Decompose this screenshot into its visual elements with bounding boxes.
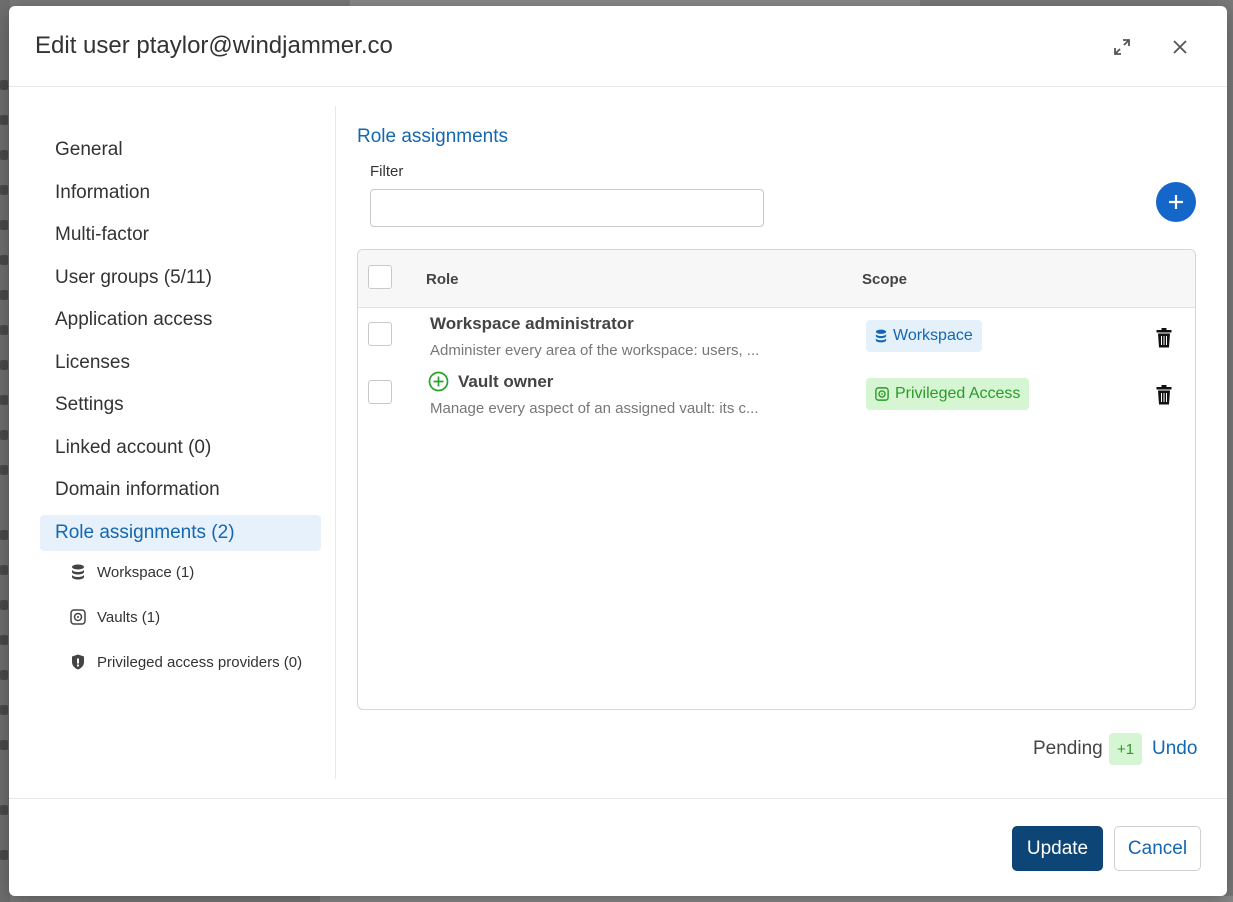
role-grid: Role Scope Workspace administrator Admin… [357, 249, 1196, 710]
sub-item-vaults[interactable]: Vaults (1) [69, 605, 160, 629]
dialog-header: Edit user ptaylor@windjammer.co [9, 6, 1227, 87]
database-icon [875, 329, 887, 343]
add-role-button[interactable] [1156, 182, 1196, 222]
row-checkbox[interactable] [368, 322, 392, 346]
dialog-footer: Update Cancel [9, 798, 1227, 896]
role-description: Manage every aspect of an assigned vault… [430, 400, 759, 417]
expand-icon[interactable] [1110, 35, 1134, 59]
database-icon [69, 563, 87, 581]
update-button[interactable]: Update [1012, 826, 1103, 871]
column-header-scope[interactable]: Scope [862, 271, 907, 288]
scope-label: Workspace [893, 327, 973, 344]
pending-label: Pending [1033, 738, 1103, 759]
role-name-text: Workspace administrator [430, 314, 634, 333]
role-description: Administer every area of the workspace: … [430, 342, 760, 359]
nav-item-general[interactable]: General [40, 132, 321, 168]
nav-item-multi-factor[interactable]: Multi-factor [40, 217, 321, 253]
plus-icon [1169, 195, 1183, 209]
filter-label: Filter [370, 163, 404, 180]
sub-item-label: Privileged access providers (0) [97, 653, 303, 671]
nav-item-role-assignments[interactable]: Role assignments (2) [40, 515, 321, 551]
vault-icon [875, 387, 889, 401]
nav-item-user-groups[interactable]: User groups (5/11) [40, 260, 321, 296]
sub-item-label: Workspace (1) [97, 563, 195, 581]
sub-item-privileged-access-providers[interactable]: Privileged access providers (0) [69, 650, 302, 674]
shield-icon [69, 653, 87, 671]
pending-add-icon [428, 371, 449, 392]
table-row[interactable]: Vault owner Manage every aspect of an as… [358, 365, 1195, 423]
scope-label: Privileged Access [895, 385, 1021, 402]
nav-item-licenses[interactable]: Licenses [40, 345, 321, 381]
close-icon[interactable] [1168, 35, 1192, 59]
section-title: Role assignments [357, 126, 509, 147]
select-all-checkbox[interactable] [368, 265, 392, 289]
filter-input[interactable] [370, 189, 764, 227]
sub-item-workspace[interactable]: Workspace (1) [69, 560, 194, 584]
background-footer [320, 896, 1233, 902]
nav-item-information[interactable]: Information [40, 175, 321, 211]
nav-item-settings[interactable]: Settings [40, 387, 321, 423]
dialog-title: Edit user ptaylor@windjammer.co [35, 32, 393, 59]
scope-badge-privileged-access: Privileged Access [866, 378, 1030, 410]
table-row[interactable]: Workspace administrator Administer every… [358, 308, 1195, 366]
role-name: Vault owner [428, 371, 553, 392]
grid-header: Role Scope [358, 250, 1195, 308]
nav-item-application-access[interactable]: Application access [40, 302, 321, 338]
role-name: Workspace administrator [430, 314, 634, 334]
pending-count-badge: +1 [1109, 733, 1142, 765]
edit-user-dialog: Edit user ptaylor@windjammer.co General … [9, 6, 1227, 896]
sub-item-label: Vaults (1) [97, 608, 161, 626]
column-header-role[interactable]: Role [426, 271, 459, 288]
scope-badge-workspace: Workspace [866, 320, 982, 352]
undo-link[interactable]: Undo [1152, 738, 1197, 760]
side-nav: General Information Multi-factor User gr… [9, 106, 336, 779]
nav-item-linked-account[interactable]: Linked account (0) [40, 430, 321, 466]
nav-item-domain-information[interactable]: Domain information [40, 472, 321, 508]
cancel-button[interactable]: Cancel [1114, 826, 1201, 871]
delete-icon[interactable] [1155, 385, 1173, 405]
delete-icon[interactable] [1155, 328, 1173, 348]
row-checkbox[interactable] [368, 380, 392, 404]
role-name-text: Vault owner [458, 371, 554, 391]
main-panel: Role assignments Filter Role Scope Works… [357, 106, 1197, 796]
vault-icon [69, 608, 87, 626]
